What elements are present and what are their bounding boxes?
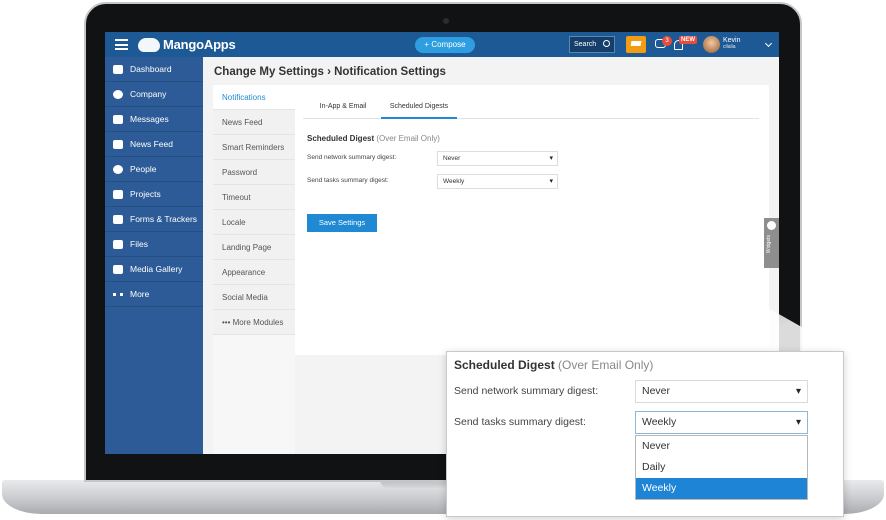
more-icon	[113, 292, 123, 296]
file-icon	[113, 239, 123, 249]
callout-title: Scheduled Digest	[454, 358, 555, 372]
submenu-item-landing-page[interactable]: Landing Page	[213, 235, 295, 260]
submenu-item-password[interactable]: Password	[213, 160, 295, 185]
dropdown-option-weekly[interactable]: Weekly	[636, 478, 807, 499]
callout-heading: Scheduled Digest (Over Email Only)	[454, 358, 653, 372]
submenu-item-appearance[interactable]: Appearance	[213, 260, 295, 285]
tasks-digest-select[interactable]: Weekly	[437, 174, 558, 189]
sidebar-item-label: Dashboard	[130, 64, 172, 74]
submenu-item-locale[interactable]: Locale	[213, 210, 295, 235]
sidebar-item-label: Messages	[130, 114, 169, 124]
tab-scheduled-digests[interactable]: Scheduled Digests	[381, 95, 457, 119]
settings-submenu: Notifications News Feed Smart Reminders …	[213, 85, 295, 454]
person-icon	[113, 164, 123, 174]
tab-in-app-email[interactable]: In-App & Email	[309, 95, 377, 119]
search-icon	[603, 40, 610, 47]
user-name: Kevin	[723, 37, 741, 44]
submenu-item-news-feed[interactable]: News Feed	[213, 110, 295, 135]
sidebar: Dashboard Company Messages News Feed Peo…	[105, 57, 203, 454]
search-button[interactable]: Search	[569, 36, 615, 53]
network-digest-label: Send network summary digest:	[307, 154, 397, 161]
digest-heading: Scheduled Digest (Over Email Only)	[307, 134, 440, 143]
sidebar-item-label: More	[130, 289, 150, 299]
dropdown-option-never[interactable]: Never	[636, 436, 807, 457]
sidebar-item-media-gallery[interactable]: Media Gallery	[105, 257, 203, 282]
sidebar-item-label: Company	[130, 89, 167, 99]
page-title: Change My Settings › Notification Settin…	[214, 66, 446, 78]
callout-network-select[interactable]: Never	[635, 380, 808, 403]
sidebar-item-forms-trackers[interactable]: Forms & Trackers	[105, 207, 203, 232]
digest-subtitle: (Over Email Only)	[376, 134, 440, 143]
tasks-dropdown-list: Never Daily Weekly	[635, 435, 808, 500]
notification-badge: NEW	[679, 36, 697, 44]
submenu-item-smart-reminders[interactable]: Smart Reminders	[213, 135, 295, 160]
compose-button[interactable]: + Compose	[415, 37, 475, 53]
sidebar-item-messages[interactable]: Messages	[105, 107, 203, 132]
avatar[interactable]	[703, 36, 720, 53]
sidebar-item-people[interactable]: People	[105, 157, 203, 182]
zoom-callout: Scheduled Digest (Over Email Only) Send …	[446, 351, 844, 517]
envelope-icon	[113, 114, 123, 124]
tasks-digest-label: Send tasks summary digest:	[307, 177, 389, 184]
tab-bar: In-App & Email Scheduled Digests	[303, 95, 759, 119]
inbox-icon	[113, 139, 123, 149]
sidebar-item-label: Media Gallery	[130, 264, 183, 274]
widgets-label: Widgets	[766, 235, 772, 254]
submenu-item-timeout[interactable]: Timeout	[213, 185, 295, 210]
sidebar-item-label: Forms & Trackers	[130, 214, 198, 224]
user-menu[interactable]: Kevin cilalia	[723, 37, 741, 51]
sidebar-item-news-feed[interactable]: News Feed	[105, 132, 203, 157]
sidebar-item-files[interactable]: Files	[105, 232, 203, 257]
top-bar: MangoApps + Compose Search 3 NEW Kevin c…	[105, 32, 779, 57]
compose-label: Compose	[431, 40, 466, 49]
widgets-toggle[interactable]: Widgets	[764, 218, 779, 268]
settings-panel: In-App & Email Scheduled Digests Schedul…	[295, 85, 769, 355]
chat-badge: 3	[662, 36, 672, 46]
chevron-left-icon	[767, 221, 776, 230]
submenu-item-social-media[interactable]: Social Media	[213, 285, 295, 310]
briefcase-icon	[113, 189, 123, 199]
sidebar-item-label: People	[130, 164, 157, 174]
video-icon	[113, 264, 123, 274]
table-icon	[113, 214, 123, 224]
user-subtitle: cilalia	[723, 44, 736, 50]
globe-icon	[113, 89, 123, 99]
network-digest-select[interactable]: Never	[437, 151, 558, 166]
home-icon	[113, 64, 123, 74]
cloud-logo-icon	[138, 37, 160, 52]
save-settings-button[interactable]: Save Settings	[307, 214, 377, 232]
submenu-item-more-modules[interactable]: ••• More Modules	[213, 310, 295, 335]
sidebar-item-dashboard[interactable]: Dashboard	[105, 57, 203, 82]
hamburger-menu-icon[interactable]	[115, 39, 128, 50]
brand-logo[interactable]: MangoApps	[138, 37, 236, 52]
sidebar-item-more[interactable]: More	[105, 282, 203, 307]
search-label: Search	[574, 41, 597, 48]
sidebar-item-company[interactable]: Company	[105, 82, 203, 107]
chevron-down-icon[interactable]	[764, 39, 773, 48]
sidebar-item-label: Files	[130, 239, 148, 249]
graduation-cap-icon	[630, 41, 642, 46]
dropdown-option-daily[interactable]: Daily	[636, 457, 807, 478]
camera-icon	[443, 18, 449, 24]
sidebar-item-label: Projects	[130, 189, 161, 199]
callout-subtitle: (Over Email Only)	[558, 358, 654, 372]
brand-name: MangoApps	[163, 37, 236, 52]
sidebar-item-label: News Feed	[130, 139, 173, 149]
learning-button[interactable]	[626, 36, 646, 53]
submenu-item-notifications[interactable]: Notifications	[213, 85, 295, 110]
callout-network-label: Send network summary digest:	[454, 385, 599, 397]
sidebar-item-projects[interactable]: Projects	[105, 182, 203, 207]
callout-tasks-label: Send tasks summary digest:	[454, 416, 586, 428]
digest-title: Scheduled Digest	[307, 134, 375, 143]
callout-tasks-select[interactable]: Weekly	[635, 411, 808, 434]
